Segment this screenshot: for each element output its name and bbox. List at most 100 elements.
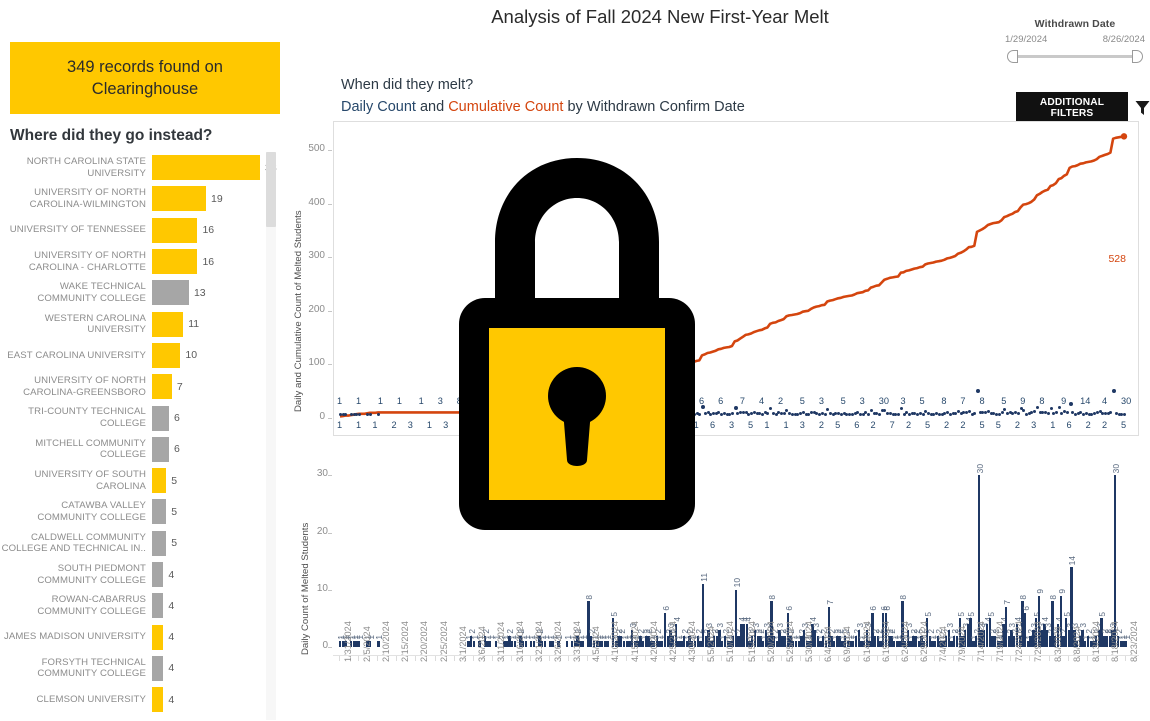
daily-bar[interactable] [377, 641, 380, 647]
destination-row[interactable]: CLEMSON UNIVERSITY 4 [0, 684, 268, 715]
daily-bar-label: 2 [467, 628, 477, 634]
destination-value: 7 [176, 380, 183, 393]
x-axis-tick-label: 6/9/2024 [842, 626, 853, 662]
daily-marker-dot [967, 409, 971, 413]
destination-row[interactable]: UNIVERSITY OF NORTH CAROLINA-GREENSBORO 7 [0, 371, 268, 402]
destination-row[interactable]: CATAWBA VALLEY COMMUNITY COLLEGE 5 [0, 496, 268, 527]
destinations-scroll-area[interactable]: NORTH CAROLINA STATE UNIVERSITY38UNIVERS… [0, 152, 290, 721]
destination-bar[interactable] [152, 249, 198, 275]
destination-value: 16 [202, 255, 215, 268]
daily-bar-label: 8 [584, 594, 595, 600]
additional-filters-button[interactable]: ADDITIONAL FILTERS [1016, 92, 1128, 123]
destination-row[interactable]: MITCHELL COMMUNITY COLLEGE 6 [0, 434, 268, 465]
destination-row[interactable]: UNIVERSITY OF TENNESSEE 16 [0, 215, 268, 246]
destination-bar[interactable] [152, 374, 172, 400]
x-axis-tick-mark [491, 656, 493, 661]
daily-marker-dot [733, 405, 738, 410]
daily-marker-label-above: 6 [579, 396, 585, 406]
x-axis-tick-mark [1010, 656, 1012, 661]
x-axis-tick-mark [895, 656, 897, 661]
destination-bar[interactable] [152, 468, 167, 494]
date-slider-handle-end[interactable] [1132, 50, 1143, 63]
destination-bar[interactable] [152, 499, 167, 525]
destination-bar[interactable] [152, 405, 170, 431]
daily-bar[interactable] [565, 641, 568, 647]
destination-bar[interactable] [152, 624, 164, 650]
destination-label: UNIVERSITY OF TENNESSEE [9, 224, 146, 236]
cumulative-chart[interactable]: 528 [333, 121, 1139, 436]
withdrawn-date-filter[interactable]: Withdrawn Date 1/29/2024 8/26/2024 [1005, 18, 1145, 63]
daily-bar-label: 3 [715, 623, 726, 628]
destinations-scrollbar[interactable] [266, 152, 276, 720]
destination-bar-track: 4 [152, 559, 268, 590]
destination-row[interactable]: UNIVERSITY OF NORTH CAROLINA-WILMINGTON 1… [0, 183, 268, 214]
destination-bar[interactable] [152, 562, 164, 587]
date-slider-handle-start[interactable] [1007, 50, 1018, 63]
records-found-banner: 349 records found on Clearinghouse [10, 42, 280, 114]
daily-bar[interactable] [581, 641, 585, 647]
destination-bar[interactable] [152, 342, 181, 368]
chart-subtitle-line: Daily Count and Cumulative Count by With… [341, 96, 745, 118]
destination-bar[interactable] [152, 217, 198, 243]
destination-row[interactable]: NORTH CAROLINA STATE UNIVERSITY 38 [0, 152, 277, 183]
destination-bar[interactable] [152, 280, 189, 306]
destination-bar[interactable] [152, 593, 164, 619]
daily-bar-label: 3 [775, 623, 786, 628]
daily-marker-label-above: 4 [497, 396, 503, 406]
daily-marker-dot [921, 413, 925, 417]
daily-bar-label: 5 [922, 611, 933, 617]
bottom-y-tick-mark [328, 647, 332, 648]
destination-row[interactable]: WESTERN CAROLINA UNIVERSITY 11 [0, 308, 268, 339]
destination-bar[interactable] [152, 186, 206, 212]
daily-marker-dot [1033, 409, 1037, 413]
daily-bar-label: 9 [1056, 588, 1067, 594]
destination-label: UNIVERSITY OF NORTH CAROLINA - CHARLOTTE [28, 249, 146, 273]
destination-row[interactable]: UNIVERSITY OF NORTH CAROLINA - CHARLOTTE… [0, 246, 268, 277]
destination-row[interactable]: ROWAN-CABARRUS COMMUNITY COLLEGE 4 [0, 590, 268, 621]
daily-bar[interactable] [1125, 641, 1128, 647]
daily-bar-label: 8 [767, 594, 778, 600]
destination-bar[interactable] [152, 311, 184, 337]
daily-bar[interactable] [472, 641, 476, 647]
x-axis-tick-label: 4/5/2024 [591, 626, 602, 662]
destination-bar[interactable] [152, 436, 170, 462]
daily-marker-label-below: 3 [799, 420, 805, 430]
destinations-scrollbar-thumb[interactable] [266, 152, 276, 227]
destination-value: 6 [174, 443, 180, 456]
x-axis-tick-mark [682, 656, 684, 661]
daily-bar[interactable] [489, 641, 492, 647]
daily-marker-label-above: 3 [818, 396, 824, 406]
destination-bar-track: 16 [152, 215, 268, 246]
destination-bar[interactable] [152, 155, 260, 181]
x-axis-tick-mark [606, 656, 608, 661]
destination-row[interactable]: TRI-COUNTY TECHNICAL COLLEGE 6 [0, 402, 268, 433]
x-axis-tick-mark [1029, 656, 1031, 661]
daily-marker-label-above: 1 [356, 396, 362, 406]
daily-marker-label-above: 4 [516, 396, 522, 406]
daily-marker-label-above: 4 [1101, 396, 1108, 406]
bottom-y-tick-mark [328, 589, 332, 591]
destination-row[interactable]: JAMES MADISON UNIVERSITY 4 [0, 621, 268, 652]
daily-bar[interactable] [543, 641, 547, 647]
date-range-slider[interactable] [1005, 50, 1145, 63]
destination-row[interactable]: EAST CAROLINA UNIVERSITY 10 [0, 340, 268, 371]
funnel-icon[interactable] [1135, 100, 1150, 116]
destination-row[interactable]: FORSYTH TECHNICAL COMMUNITY COLLEGE 4 [0, 653, 268, 684]
date-slider-track-line [1013, 55, 1137, 58]
daily-bar-label: 5 [608, 611, 619, 617]
daily-marker-label-below: 6 [1066, 420, 1072, 430]
daily-bar[interactable] [606, 641, 609, 647]
daily-marker-label-below: 5 [748, 420, 754, 430]
date-range-end: 8/26/2024 [1102, 34, 1145, 45]
bottom-y-tick-mark [328, 532, 332, 534]
destination-row[interactable]: CALDWELL COMMUNITY COLLEGE AND TECHNICAL… [0, 528, 268, 559]
daily-marker-label-above: 7 [598, 396, 604, 406]
destination-bar[interactable] [152, 530, 167, 556]
destination-bar[interactable] [152, 687, 164, 713]
destination-row[interactable]: SOUTH PIEDMONT COMMUNITY COLLEGE 4 [0, 559, 268, 590]
destination-row[interactable]: UNIVERSITY OF SOUTH CAROLINA 5 [0, 465, 268, 496]
destination-bar[interactable] [152, 655, 164, 681]
daily-bar[interactable] [358, 641, 361, 647]
destination-label: UNIVERSITY OF NORTH CAROLINA-GREENSBORO [23, 375, 146, 398]
destination-row[interactable]: WAKE TECHNICAL COMMUNITY COLLEGE 13 [0, 277, 268, 308]
